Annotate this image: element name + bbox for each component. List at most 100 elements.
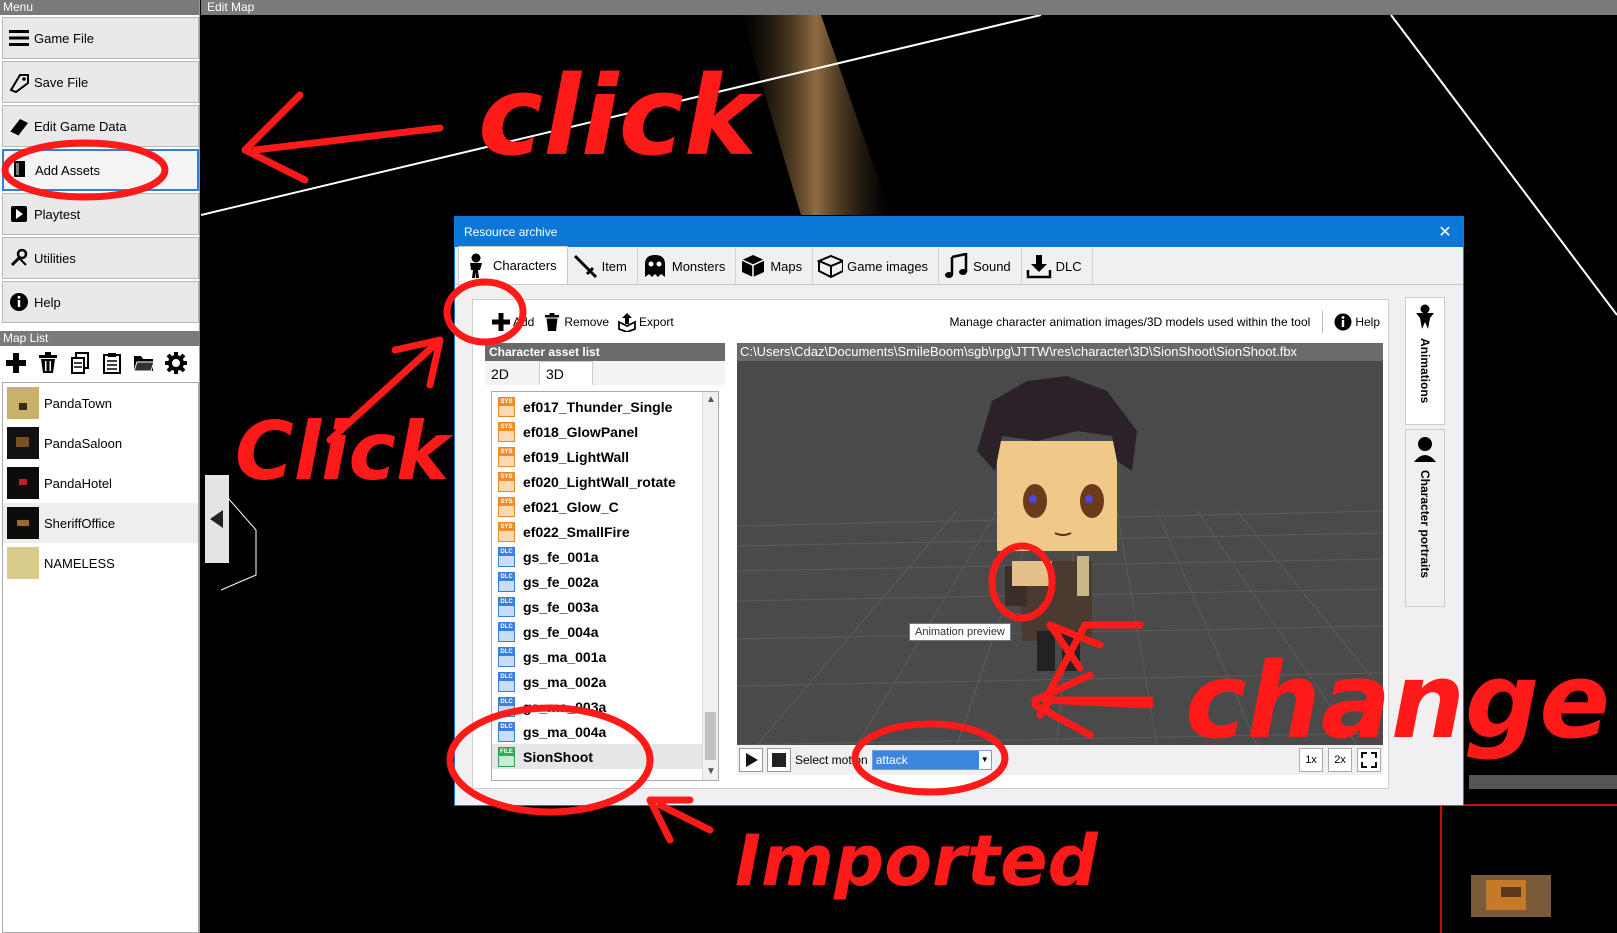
tab-dlc[interactable]: DLC bbox=[1022, 248, 1093, 284]
add-button[interactable]: Add bbox=[487, 310, 538, 334]
asset-badge-label: DLC bbox=[499, 672, 514, 681]
book-icon bbox=[8, 115, 30, 137]
scroll-thumb[interactable] bbox=[705, 712, 716, 760]
close-icon[interactable]: ✕ bbox=[1427, 217, 1463, 247]
dlc-badge-icon: DLC bbox=[498, 546, 515, 567]
menu-title: Menu bbox=[0, 0, 199, 15]
side-tab-animations[interactable]: Animations bbox=[1405, 297, 1445, 425]
dialog-tabs: Characters Item Monsters Maps Game image… bbox=[455, 246, 1463, 285]
stop-button[interactable] bbox=[767, 748, 791, 772]
asset-item[interactable]: SYS ef019_LightWall bbox=[492, 444, 718, 469]
play-button[interactable] bbox=[739, 748, 763, 772]
gear-icon[interactable] bbox=[164, 351, 188, 375]
tab-maps[interactable]: Maps bbox=[736, 248, 814, 284]
asset-item[interactable]: DLC gs_fe_003a bbox=[492, 594, 718, 619]
asset-item[interactable]: DLC gs_fe_002a bbox=[492, 569, 718, 594]
add-icon[interactable] bbox=[4, 351, 28, 375]
asset-item[interactable]: DLC gs_ma_002a bbox=[492, 669, 718, 694]
character-asset-panel: Character asset list 2D 3D SYS ef017_Thun… bbox=[485, 343, 725, 783]
asset-badge-label: DLC bbox=[499, 722, 514, 731]
tab-game-images[interactable]: Game images bbox=[813, 248, 940, 284]
asset-item[interactable]: FILE SionShoot bbox=[492, 744, 718, 769]
map-item-label: SheriffOffice bbox=[44, 515, 116, 531]
copy-icon[interactable] bbox=[68, 351, 92, 375]
play-icon bbox=[746, 753, 758, 767]
map-item-label: PandaHotel bbox=[44, 475, 112, 491]
character-icon bbox=[463, 253, 489, 279]
export-button[interactable]: Export bbox=[613, 310, 678, 334]
playback-controls: Select motion attack ▼ 1x 2x bbox=[737, 745, 1383, 775]
zoom-1x-button[interactable]: 1x bbox=[1299, 748, 1323, 772]
clipboard-icon[interactable] bbox=[100, 351, 124, 375]
tab-sound[interactable]: Sound bbox=[939, 248, 1022, 284]
game-file-button[interactable]: Game File bbox=[2, 17, 199, 59]
asset-item[interactable]: SYS ef018_GlowPanel bbox=[492, 419, 718, 444]
sys-badge-icon: SYS bbox=[498, 421, 515, 442]
side-tab-character-portraits[interactable]: Character portraits bbox=[1405, 429, 1445, 607]
asset-badge-label: DLC bbox=[499, 572, 514, 581]
asset-item[interactable]: DLC gs_ma_001a bbox=[492, 644, 718, 669]
subtab-3d[interactable]: 3D bbox=[539, 361, 593, 385]
asset-item[interactable]: SYS ef020_LightWall_rotate bbox=[492, 469, 718, 494]
asset-list-scrollbar[interactable]: ▲ ▼ bbox=[702, 392, 718, 780]
map-item-pandasaloon[interactable]: PandaSaloon bbox=[3, 423, 198, 463]
remove-label: Remove bbox=[564, 315, 610, 329]
animation-preview-tooltip: Animation preview bbox=[909, 623, 1011, 641]
map-list: PandaTown PandaSaloon PandaHotel Sheriff… bbox=[2, 382, 199, 933]
map-item-pandatown[interactable]: PandaTown bbox=[3, 383, 198, 423]
tab-maps-label: Maps bbox=[770, 258, 803, 274]
add-assets-button[interactable]: Add Assets bbox=[2, 149, 199, 191]
motion-dropdown[interactable]: attack ▼ bbox=[871, 750, 992, 770]
left-panel: Menu Game File Save File Edit Game Data … bbox=[0, 0, 200, 933]
asset-item[interactable]: DLC gs_fe_001a bbox=[492, 544, 718, 569]
asset-item-label: gs_fe_003a bbox=[523, 598, 599, 615]
zoom-2x-button[interactable]: 2x bbox=[1328, 748, 1352, 772]
playtest-button[interactable]: Playtest bbox=[2, 193, 199, 235]
scroll-up-icon[interactable]: ▲ bbox=[703, 392, 718, 408]
tab-monsters-label: Monsters bbox=[671, 258, 726, 274]
fullscreen-button[interactable] bbox=[1357, 748, 1381, 772]
asset-item-label: gs_fe_001a bbox=[523, 548, 599, 565]
add-icon bbox=[491, 312, 511, 332]
manage-description: Manage character animation images/3D mod… bbox=[949, 315, 1311, 329]
side-tab-character-portraits-label: Character portraits bbox=[1418, 470, 1432, 579]
dlc-badge-icon: DLC bbox=[498, 621, 515, 642]
asset-item-label: gs_ma_004a bbox=[523, 723, 607, 740]
export-label: Export bbox=[639, 315, 674, 329]
map-item-sheriffoffice[interactable]: SheriffOffice bbox=[3, 503, 198, 543]
image-box-icon bbox=[817, 253, 844, 279]
map-thumbnail bbox=[7, 547, 39, 579]
help-button[interactable]: Help bbox=[2, 281, 199, 323]
asset-item[interactable]: DLC gs_ma_003a bbox=[492, 694, 718, 719]
collapse-panel-button[interactable] bbox=[205, 475, 229, 563]
asset-item[interactable]: SYS ef017_Thunder_Single bbox=[492, 394, 718, 419]
save-file-button[interactable]: Save File bbox=[2, 61, 199, 103]
map-item-pandahotel[interactable]: PandaHotel bbox=[3, 463, 198, 503]
subtab-2d[interactable]: 2D bbox=[485, 363, 539, 385]
edit-game-data-button[interactable]: Edit Game Data bbox=[2, 105, 199, 147]
remove-button[interactable]: Remove bbox=[538, 310, 613, 334]
tab-characters[interactable]: Characters bbox=[458, 246, 568, 284]
tab-monsters[interactable]: Monsters bbox=[638, 248, 737, 284]
folder-icon[interactable] bbox=[132, 351, 156, 375]
dlc-badge-icon: DLC bbox=[498, 671, 515, 692]
3d-viewport[interactable]: Animation preview bbox=[737, 361, 1383, 745]
info-icon bbox=[8, 291, 30, 313]
asset-item[interactable]: DLC gs_ma_004a bbox=[492, 719, 718, 744]
map-list-title: Map List bbox=[0, 331, 200, 346]
asset-item[interactable]: SYS ef022_SmallFire bbox=[492, 519, 718, 544]
scroll-down-icon[interactable]: ▼ bbox=[703, 764, 718, 780]
animation-preview-panel: C:\Users\Cdaz\Documents\SmileBoom\sgb\rp… bbox=[737, 343, 1383, 787]
toolbar-help-button[interactable]: Help bbox=[1329, 310, 1384, 334]
map-list-toolbar bbox=[0, 348, 200, 378]
asset-item[interactable]: DLC gs_fe_004a bbox=[492, 619, 718, 644]
map-thumbnail bbox=[7, 467, 39, 499]
tab-item[interactable]: Item bbox=[568, 248, 638, 284]
map-item-nameless[interactable]: NAMELESS bbox=[3, 543, 198, 583]
tab-game-images-label: Game images bbox=[847, 258, 929, 274]
asset-item[interactable]: SYS ef021_Glow_C bbox=[492, 494, 718, 519]
trash-icon[interactable] bbox=[36, 351, 60, 375]
utilities-button[interactable]: Utilities bbox=[2, 237, 199, 279]
map-item-label: NAMELESS bbox=[44, 555, 115, 571]
asset-item-label: SionShoot bbox=[523, 748, 593, 765]
